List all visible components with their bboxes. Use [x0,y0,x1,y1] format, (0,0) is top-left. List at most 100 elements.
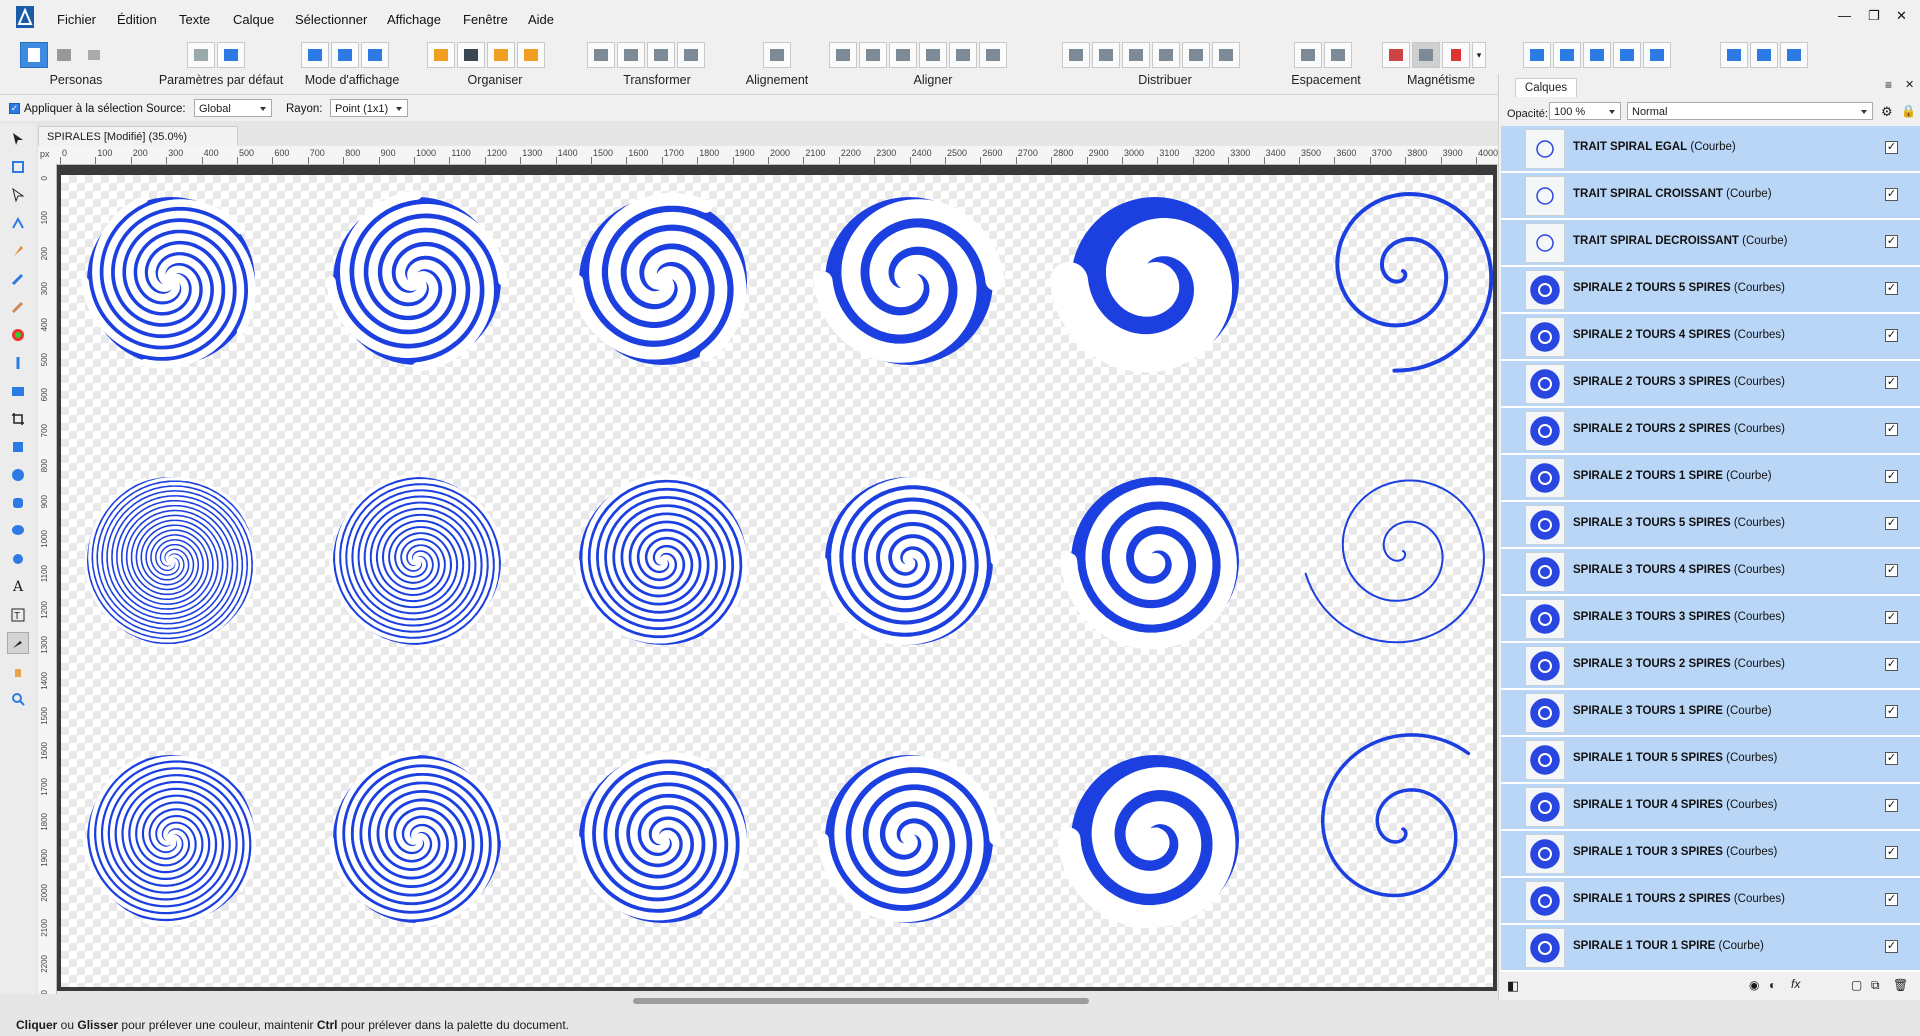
menu-affichage[interactable]: Affichage [387,12,441,27]
layer-visibility-checkbox[interactable]: ✓ [1885,141,1898,154]
frame-text-tool-icon[interactable]: T [9,606,27,624]
geometry-3-button[interactable] [1780,42,1808,68]
snapping-dropdown-button[interactable]: ▾ [1472,42,1486,68]
speech-bubble-tool-icon[interactable] [9,522,27,540]
spiral-shape[interactable] [1049,197,1239,373]
layer-visibility-checkbox[interactable]: ✓ [1885,423,1898,436]
layer-row[interactable]: TRAIT SPIRAL DECROISSANT (Courbe) ✓ [1501,220,1920,266]
align-middle-button[interactable] [949,42,977,68]
layer-visibility-checkbox[interactable]: ✓ [1885,564,1898,577]
spiral-shape[interactable] [1057,755,1239,929]
menu-fenetre[interactable]: Fenêtre [463,12,508,27]
stroke-spiral-shape[interactable] [1304,479,1485,644]
transparency-tool-icon[interactable] [9,354,27,372]
arrange-backward-button[interactable] [457,42,485,68]
document-canvas[interactable] [61,175,1493,987]
layer-visibility-checkbox[interactable]: ✓ [1885,705,1898,718]
place-image-tool-icon[interactable] [9,382,27,400]
sync-defaults-button[interactable] [187,42,215,68]
layer-visibility-checkbox[interactable]: ✓ [1885,376,1898,389]
spiral-shape[interactable] [573,751,748,923]
menu-selectionner[interactable]: Sélectionner [295,12,367,27]
alignment-button[interactable] [763,42,791,68]
rotate-right-button[interactable] [677,42,705,68]
layers-stack-icon[interactable]: ◧ [1507,978,1519,994]
layer-visibility-checkbox[interactable]: ✓ [1885,329,1898,342]
minimize-button[interactable]: — [1838,8,1851,23]
spiral-shape[interactable] [328,472,506,650]
layer-visibility-checkbox[interactable]: ✓ [1885,188,1898,201]
menu-texte[interactable]: Texte [179,12,210,27]
layer-row[interactable]: SPIRALE 2 TOURS 5 SPIRES (Courbes) ✓ [1501,267,1920,313]
hand-tool-icon[interactable] [9,662,27,680]
layer-visibility-checkbox[interactable]: ✓ [1885,893,1898,906]
panel-menu-icon[interactable]: ≡ [1885,78,1892,92]
rounded-rect-tool-icon[interactable] [9,494,27,512]
distribute-2-button[interactable] [1092,42,1120,68]
layer-row[interactable]: SPIRALE 1 TOUR 1 SPIRE (Courbe) ✓ [1501,925,1920,971]
cog-shape-tool-icon[interactable] [9,550,27,568]
spiral-shape[interactable] [1060,477,1239,649]
revert-defaults-button[interactable] [217,42,245,68]
panel-close-icon[interactable]: ✕ [1905,78,1914,91]
layer-row[interactable]: TRAIT SPIRAL CROISSANT (Courbe) ✓ [1501,173,1920,219]
spiral-shape[interactable] [326,190,508,372]
view-mode-1-button[interactable] [301,42,329,68]
bool-divide-button[interactable] [1643,42,1671,68]
horizontal-scrollbar[interactable] [633,998,1089,1004]
layer-row[interactable]: SPIRALE 3 TOURS 2 SPIRES (Courbes) ✓ [1501,643,1920,689]
layer-row[interactable]: SPIRALE 3 TOURS 4 SPIRES (Courbes) ✓ [1501,549,1920,595]
distribute-5-button[interactable] [1182,42,1210,68]
layer-visibility-checkbox[interactable]: ✓ [1885,517,1898,530]
menu-aide[interactable]: Aide [528,12,554,27]
menu-calque[interactable]: Calque [233,12,274,27]
layer-row[interactable]: TRAIT SPIRAL EGAL (Courbe) ✓ [1501,126,1920,172]
pen-tool-icon[interactable] [9,242,27,260]
source-select[interactable]: Global [194,99,272,117]
layer-visibility-checkbox[interactable]: ✓ [1885,658,1898,671]
layer-visibility-checkbox[interactable]: ✓ [1885,611,1898,624]
spacing-vertical-button[interactable] [1324,42,1352,68]
layer-visibility-checkbox[interactable]: ✓ [1885,846,1898,859]
distribute-4-button[interactable] [1152,42,1180,68]
color-picker-tool-icon[interactable] [7,632,29,654]
align-right-button[interactable] [889,42,917,68]
designer-persona-button[interactable] [20,42,48,68]
flip-vertical-button[interactable] [617,42,645,68]
layer-visibility-checkbox[interactable]: ✓ [1885,282,1898,295]
arrange-forward-button[interactable] [487,42,515,68]
duplicate-layer-icon[interactable]: ⧉ [1871,978,1880,993]
corner-tool-icon[interactable] [9,214,27,232]
zoom-tool-icon[interactable] [9,690,27,708]
distribute-6-button[interactable] [1212,42,1240,68]
arrange-front-button[interactable] [517,42,545,68]
layer-row[interactable]: SPIRALE 3 TOURS 3 SPIRES (Courbes) ✓ [1501,596,1920,642]
node-tool-icon[interactable] [9,186,27,204]
export-persona-button[interactable] [80,42,108,68]
vector-brush-tool-icon[interactable] [9,298,27,316]
flip-horizontal-button[interactable] [587,42,615,68]
menu-fichier[interactable]: Fichier [57,12,96,27]
layer-row[interactable]: SPIRALE 1 TOUR 3 SPIRES (Courbes) ✓ [1501,831,1920,877]
blend-mode-select[interactable]: Normal [1627,102,1873,120]
layer-visibility-checkbox[interactable]: ✓ [1885,470,1898,483]
layer-row[interactable]: SPIRALE 3 TOURS 1 SPIRE (Courbe) ✓ [1501,690,1920,736]
artistic-text-tool-icon[interactable]: A [9,578,27,596]
mask-icon[interactable]: ◉ [1749,978,1759,992]
ellipse-tool-icon[interactable] [9,466,27,484]
bool-add-button[interactable] [1523,42,1551,68]
spiral-shape[interactable] [813,197,1005,365]
layer-row[interactable]: SPIRALE 2 TOURS 2 SPIRES (Courbes) ✓ [1501,408,1920,454]
crop-tool-icon[interactable] [9,410,27,428]
layer-row[interactable]: SPIRALE 2 TOURS 3 SPIRES (Courbes) ✓ [1501,361,1920,407]
spiral-shape[interactable] [818,477,1000,645]
spiral-shape[interactable] [83,477,257,648]
rotate-left-button[interactable] [647,42,675,68]
spiral-shape[interactable] [570,192,747,365]
layer-visibility-checkbox[interactable]: ✓ [1885,799,1898,812]
bool-intersect-button[interactable] [1583,42,1611,68]
snapping-grid-button[interactable] [1382,42,1410,68]
close-button[interactable]: ✕ [1896,8,1907,24]
document-tab[interactable]: SPIRALES [Modifié] (35.0%) [38,126,238,146]
spiral-shape[interactable] [574,474,748,645]
